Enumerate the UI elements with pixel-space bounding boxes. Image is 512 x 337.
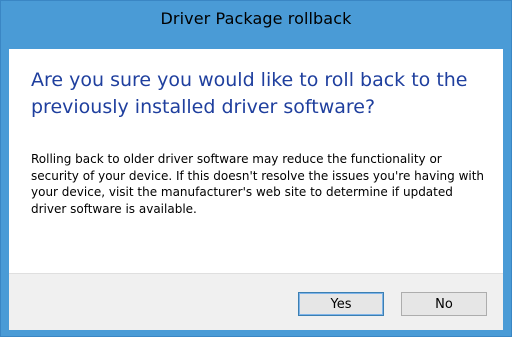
dialog-message: Rolling back to older driver software ma… [31,152,485,216]
yes-button[interactable]: Yes [298,292,384,316]
title-bar[interactable]: Driver Package rollback [1,1,511,35]
dialog-content: Are you sure you would like to roll back… [9,49,503,330]
button-bar: Yes No [9,273,503,330]
no-button[interactable]: No [401,292,487,316]
window-title: Driver Package rollback [160,8,352,28]
dialog-heading: Are you sure you would like to roll back… [31,69,468,118]
dialog-window: Driver Package rollback Are you sure you… [0,0,512,337]
